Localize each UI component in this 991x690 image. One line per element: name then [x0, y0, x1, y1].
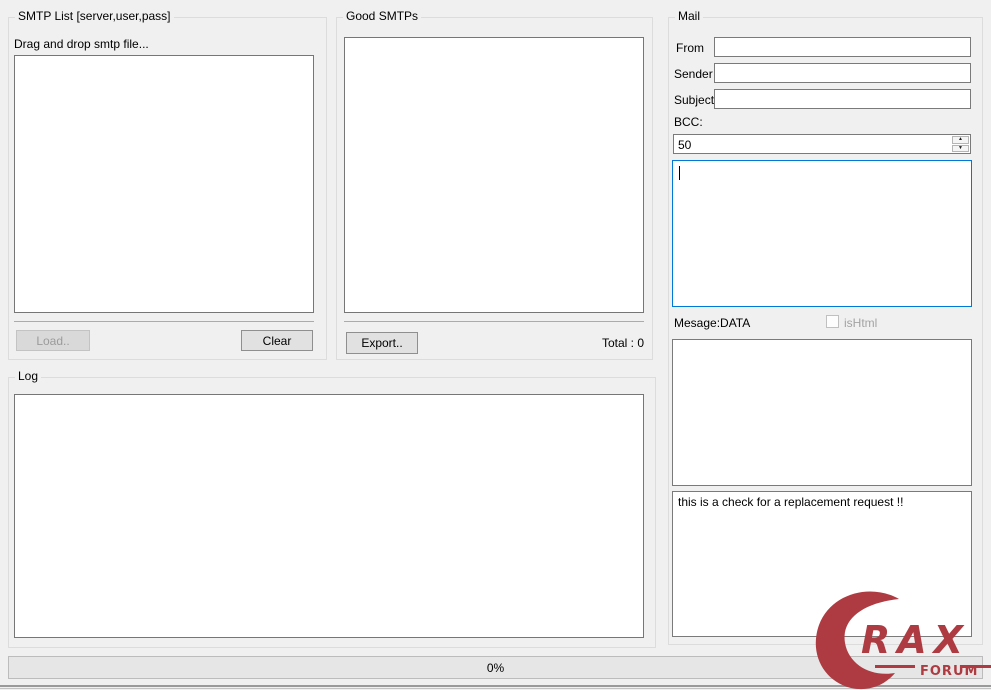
total-count-label: Total : 0 [601, 336, 644, 350]
bcc-label: BCC: [674, 115, 703, 129]
logo-main-text: RAX [861, 618, 970, 662]
export-button[interactable]: Export.. [346, 332, 418, 354]
clear-button[interactable]: Clear [241, 330, 313, 351]
mail-group-title: Mail [675, 9, 704, 24]
subject-field[interactable] [714, 89, 971, 109]
log-group-title: Log [15, 369, 42, 384]
bcc-spin-buttons: ▲ ▼ [952, 136, 969, 152]
sender-field[interactable] [714, 63, 971, 83]
logo-right-dash [960, 665, 991, 668]
from-label: From [676, 41, 704, 55]
good-smtps-listbox[interactable] [344, 37, 644, 313]
smtp-list-separator [14, 321, 314, 322]
load-button[interactable]: Load.. [16, 330, 90, 351]
mail-body-textarea[interactable] [672, 160, 972, 307]
bcc-value-input[interactable] [674, 135, 952, 155]
ishtml-checkbox[interactable] [826, 315, 839, 328]
drag-drop-hint: Drag and drop smtp file... [14, 37, 149, 51]
app-window: SMTP List [server,user,pass] Drag and dr… [0, 0, 991, 690]
good-smtps-separator [344, 321, 644, 322]
chevron-down-icon[interactable]: ▼ [952, 144, 969, 152]
smtp-listbox[interactable] [14, 55, 314, 313]
bcc-stepper[interactable]: ▲ ▼ [673, 134, 971, 155]
ishtml-label: isHtml [844, 316, 878, 330]
crax-forum-logo: RAX FORUM [815, 591, 991, 690]
good-smtps-group-title: Good SMTPs [343, 9, 422, 24]
message-data-textarea[interactable] [672, 339, 972, 486]
message-data-label: Mesage:DATA [674, 316, 751, 330]
sender-label: Sender [674, 67, 713, 81]
progress-percent-label: 0% [486, 660, 505, 675]
text-caret [679, 166, 680, 180]
from-field[interactable] [714, 37, 971, 57]
chevron-up-icon[interactable]: ▲ [952, 136, 969, 144]
smtp-list-group-title: SMTP List [server,user,pass] [15, 9, 174, 24]
log-listbox[interactable] [14, 394, 644, 638]
logo-left-dash [875, 665, 915, 668]
subject-label: Subject [674, 93, 715, 107]
